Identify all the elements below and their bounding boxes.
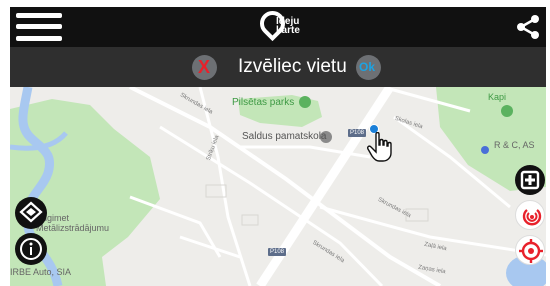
top-bar: Ideju karte [10,5,546,47]
info-icon [20,238,42,260]
add-icon [520,170,540,190]
park-poi-icon [299,96,311,108]
share-icon[interactable] [514,13,542,41]
app: Ideju karte X Izvēliec vietu Ok Pilsētas… [0,0,550,286]
track-button[interactable] [515,200,545,230]
park-label: Pilsētas parks [232,97,295,108]
logo-line2: karte [276,25,300,36]
logo-text: Ideju karte [276,17,300,36]
cemetery-poi-icon [501,105,513,117]
confirm-button[interactable]: Ok [356,55,381,80]
map-view[interactable]: Pilsētas parks Saldus pamatskola Kapi R … [10,87,546,286]
business-label-irbe: IRBE Auto, SIA [10,267,72,277]
hamburger-menu-icon[interactable] [16,12,62,42]
page-title: Izvēliec vietu [238,56,347,77]
info-button[interactable] [15,233,47,265]
school-label: Saldus pamatskola [242,131,327,142]
add-button[interactable] [515,165,545,195]
road-badge: P108 [268,248,287,256]
locate-button[interactable] [515,235,545,265]
track-icon [522,209,542,226]
layers-button[interactable] [15,197,47,229]
map-canvas [10,87,546,286]
layers-icon [19,201,43,223]
building [241,214,259,226]
road-badge: P108 [348,129,367,137]
business-label-rc: R & C, AS [494,140,535,150]
business-poi-icon [481,146,489,154]
cemetery-label: Kapi [488,92,507,102]
ok-icon: Ok [359,60,376,74]
cancel-button[interactable]: X [192,55,217,80]
close-icon: X [198,57,211,77]
locate-icon [519,239,543,263]
title-bar: X Izvēliec vietu Ok [10,47,546,87]
hand-cursor-icon [367,132,392,162]
app-logo: Ideju karte [254,5,320,46]
